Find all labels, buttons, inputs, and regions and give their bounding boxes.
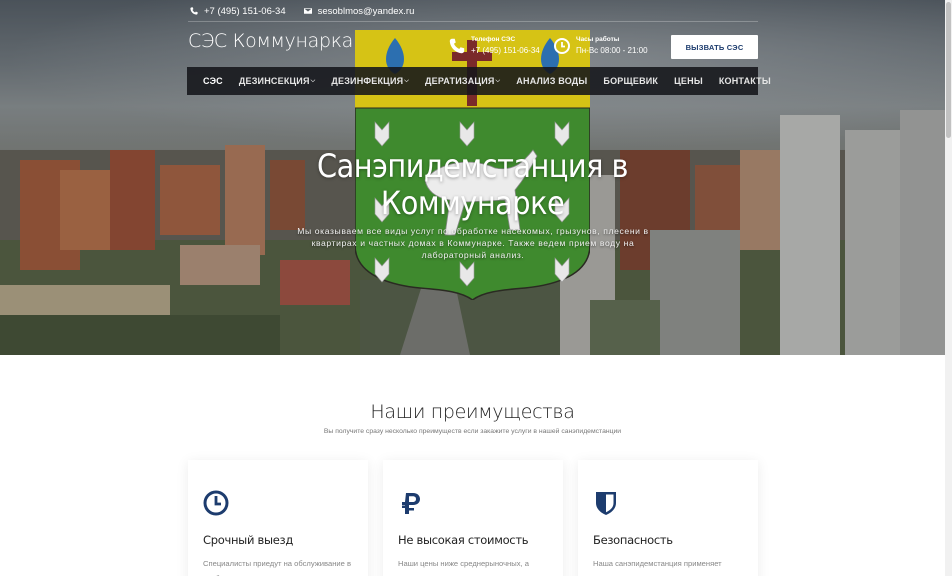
chevron-down-icon: ⌵ [404, 77, 410, 84]
main-nav: СЭС ДЕЗИНСЕКЦИЯ ⌵ ДЕЗИНФЕКЦИЯ ⌵ ДЕРАТИЗАЦИ… [187, 67, 771, 95]
topbar-email[interactable]: sesoblmos@yandex.ru [303, 5, 415, 17]
nav-item-kontakty[interactable]: КОНТАКТЫ [711, 76, 779, 86]
advantage-card: Не высокая стоимость Наши цены ниже сред… [383, 460, 563, 576]
advantage-card-title: Безопасность [593, 533, 673, 547]
nav-item-ses[interactable]: СЭС [195, 76, 231, 86]
hero-subtitle: Мы оказываем все виды услуг по обработке… [297, 226, 649, 260]
header-phone-value: +7 (495) 151-06-34 [471, 46, 540, 55]
advantage-card-text: Наша санэпидемстанция применяет качестве… [593, 559, 742, 576]
topbar: +7 (495) 151-06-34 sesoblmos@yandex.ru [190, 4, 422, 18]
clock-icon [554, 38, 570, 54]
nav-label: БОРЩЕВИК [603, 76, 659, 86]
nav-label: КОНТАКТЫ [718, 76, 771, 86]
topbar-phone[interactable]: +7 (495) 151-06-34 [190, 6, 286, 17]
topbar-divider [188, 21, 758, 22]
nav-label: ДЕЗИНФЕКЦИЯ [331, 76, 404, 86]
phone-icon [449, 38, 465, 54]
phone-icon [190, 7, 198, 15]
nav-item-deratizaciya[interactable]: ДЕРАТИЗАЦИЯ ⌵ [417, 76, 508, 86]
nav-item-analiz-vody[interactable]: АНАЛИЗ ВОДЫ [508, 76, 595, 86]
nav-item-borshevik[interactable]: БОРЩЕВИК [595, 76, 666, 86]
advantages-title: Наши преимущества [370, 401, 575, 423]
advantage-card-title: Срочный выезд [203, 533, 293, 547]
advantage-card-title: Не высокая стоимость [398, 533, 529, 547]
advantage-card-text: Специалисты приедут на обслуживание в уд… [203, 559, 352, 576]
header-hours-value: Пн-Вс 08:00 - 21:00 [576, 46, 648, 55]
nav-item-ceny[interactable]: ЦЕНЫ [666, 76, 711, 86]
advantage-card: Безопасность Наша санэпидемстанция приме… [578, 460, 758, 576]
header-phone-block[interactable]: Телефон СЭС +7 (495) 151-06-34 [449, 35, 540, 58]
site-title[interactable]: СЭС Коммунарка [188, 30, 353, 52]
advantage-card-text: Наши цены ниже среднерыночных, а качеств… [398, 559, 529, 576]
nav-label: СЭС [203, 76, 223, 86]
call-ses-button[interactable]: ВЫЗВАТЬ СЭС [671, 35, 758, 59]
hero-title: Санэпидемстанция в Коммунарке [316, 147, 629, 222]
header-phone-label: Телефон СЭС [471, 36, 516, 43]
ruble-icon [402, 493, 420, 514]
page-scrollbar[interactable] [945, 0, 952, 576]
clock-icon [203, 490, 229, 516]
scrollbar-thumb[interactable] [946, 2, 951, 138]
header-hours-label: Часы работы [576, 36, 620, 43]
advantage-card: Срочный выезд Специалисты приедут на обс… [188, 460, 368, 576]
advantages-subtitle: Вы получите сразу несколько преимуществ … [323, 428, 622, 435]
nav-label: ЦЕНЫ [674, 76, 703, 86]
chevron-down-icon: ⌵ [310, 77, 316, 84]
shield-icon [596, 492, 616, 515]
nav-label: АНАЛИЗ ВОДЫ [516, 76, 588, 86]
envelope-icon [303, 8, 312, 14]
nav-label: ДЕРАТИЗАЦИЯ [425, 76, 495, 86]
topbar-email-text: sesoblmos@yandex.ru [317, 5, 415, 17]
nav-item-dezinsekciya[interactable]: ДЕЗИНСЕКЦИЯ ⌵ [231, 76, 323, 86]
topbar-phone-text: +7 (495) 151-06-34 [204, 5, 286, 17]
nav-label: ДЕЗИНСЕКЦИЯ [238, 76, 310, 86]
header-hours-block: Часы работы Пн-Вс 08:00 - 21:00 [554, 35, 648, 58]
nav-item-dezinfekciya[interactable]: ДЕЗИНФЕКЦИЯ ⌵ [323, 76, 417, 86]
chevron-down-icon: ⌵ [495, 77, 501, 84]
